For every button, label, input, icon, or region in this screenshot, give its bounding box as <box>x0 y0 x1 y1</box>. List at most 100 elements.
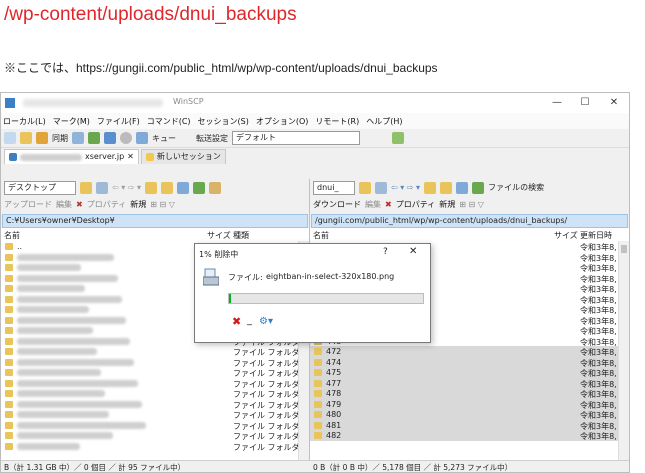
preferences-icon[interactable] <box>104 132 116 144</box>
new-button[interactable]: 新規 <box>130 199 146 210</box>
file-row[interactable]: ファイル フォルダー <box>1 430 309 441</box>
file-row[interactable]: ファイル フォルダー <box>1 378 309 389</box>
menu-local[interactable]: ローカル(L) <box>3 116 46 127</box>
local-status: B（計 1.31 GB 中）／ 0 個目 ／ 計 95 ファイル中） <box>4 463 186 472</box>
tab-new-session[interactable]: 新しいセッション <box>140 149 226 164</box>
file-row[interactable]: 482 令和3年8, <box>310 430 629 441</box>
menu-options[interactable]: オプション(O) <box>256 116 309 127</box>
filter-icon[interactable] <box>96 181 108 194</box>
sync-label[interactable]: 同期 <box>52 133 68 144</box>
folder-icon <box>5 390 13 397</box>
open-folder-icon[interactable] <box>359 181 371 194</box>
open-folder-icon[interactable] <box>80 181 92 194</box>
col-type[interactable]: 種類 <box>233 230 249 241</box>
file-row[interactable]: ファイル フォルダー <box>1 357 309 368</box>
sync-icon[interactable] <box>36 132 48 144</box>
file-row[interactable]: 481 令和3年8, <box>310 419 629 431</box>
extension-icon[interactable] <box>392 132 404 144</box>
file-row[interactable]: ファイル フォルダー <box>1 441 309 452</box>
find-files-icon[interactable] <box>209 181 222 194</box>
minimize-icon[interactable]: _ <box>247 315 252 326</box>
remote-scrollbar[interactable] <box>618 241 629 461</box>
local-location-bar: デスクトップ ⇦ ▾ ⇨ ▾ <box>1 179 309 196</box>
menu-file[interactable]: ファイル(F) <box>97 116 140 127</box>
compare-icon[interactable] <box>4 132 16 144</box>
menu-command[interactable]: コマンド(C) <box>147 116 191 127</box>
minimize-button[interactable]: — <box>549 96 565 110</box>
delete-operation-icon <box>203 268 219 286</box>
file-row[interactable]: ファイル フォルダー <box>1 346 309 357</box>
root-dir-icon[interactable] <box>440 181 453 194</box>
col-date[interactable]: 更新日時 <box>580 230 612 241</box>
folder-icon <box>5 432 13 439</box>
upload-button[interactable]: アップロード <box>4 199 52 210</box>
tab-session[interactable]: xserver.jp ✕ <box>4 149 139 164</box>
help-button[interactable]: ? <box>383 247 388 257</box>
back-forward-icon[interactable]: ⇦ ▾ ⇨ ▾ <box>112 183 141 192</box>
col-size[interactable]: サイズ <box>554 230 578 241</box>
file-row[interactable]: ファイル フォルダー <box>1 420 309 431</box>
local-path[interactable]: C:¥Users¥owner¥Desktop¥ <box>2 214 308 228</box>
back-forward-icon[interactable]: ⇦ ▾ ⇨ ▾ <box>391 183 420 192</box>
menu-remote[interactable]: リモート(R) <box>315 116 359 127</box>
file-row[interactable]: 475 令和3年8, <box>310 367 629 378</box>
close-window-button[interactable]: ✕ <box>606 96 622 110</box>
find-files-button[interactable]: ファイルの検索 <box>488 182 544 193</box>
folder-icon <box>5 379 13 387</box>
cancel-icon[interactable]: ✖ <box>232 315 241 328</box>
file-row[interactable]: 478 令和3年8, <box>310 388 629 399</box>
dialog-close-button[interactable]: ✕ <box>409 246 417 257</box>
progress-bar <box>228 293 424 304</box>
edit-button[interactable]: 編集 <box>365 199 381 210</box>
transfer-settings-select[interactable]: デフォルト <box>232 131 360 145</box>
file-row[interactable]: 472 令和3年8, <box>310 346 629 357</box>
file-name: 472 <box>326 347 342 356</box>
queue-icon[interactable] <box>136 132 148 144</box>
file-row[interactable]: ファイル フォルダー <box>1 409 309 420</box>
properties-button[interactable]: プロパティ <box>396 199 436 210</box>
new-button[interactable]: 新規 <box>439 199 455 210</box>
menu-help[interactable]: ヘルプ(H) <box>366 116 402 127</box>
delete-icon[interactable]: ✖ <box>385 200 392 209</box>
col-name[interactable]: 名前 <box>4 230 20 241</box>
delete-icon[interactable]: ✖ <box>76 200 83 209</box>
folder-sync-icon[interactable] <box>20 132 32 144</box>
file-row[interactable]: 474 令和3年8, <box>310 356 629 368</box>
file-row[interactable]: ファイル フォルダー <box>1 367 309 378</box>
edit-button[interactable]: 編集 <box>56 199 72 210</box>
root-dir-icon[interactable] <box>161 181 174 194</box>
menu-session[interactable]: セッション(S) <box>198 116 249 127</box>
local-location-select[interactable]: デスクトップ <box>4 180 76 195</box>
plus-minus-icon[interactable]: ⊞ ⊟ ▽ <box>150 200 175 209</box>
download-button[interactable]: ダウンロード <box>313 199 361 210</box>
home-icon[interactable] <box>456 181 469 194</box>
properties-button[interactable]: プロパティ <box>87 199 127 210</box>
file-row[interactable]: 477 令和3年8, <box>310 377 629 389</box>
refresh-icon[interactable] <box>472 181 485 194</box>
terminal-icon[interactable] <box>72 132 84 144</box>
remote-location-select[interactable]: dnui_ <box>313 180 355 195</box>
filter-icon[interactable] <box>375 181 387 194</box>
find-icon[interactable] <box>88 132 100 144</box>
col-size[interactable]: サイズ <box>207 230 231 241</box>
queue-label[interactable]: キュー <box>152 133 176 144</box>
settings-icon[interactable]: ⚙▾ <box>259 316 273 327</box>
file-row[interactable]: 480 令和3年8, <box>310 409 629 420</box>
maximize-button[interactable]: ☐ <box>577 96 593 110</box>
parent-dir-icon[interactable] <box>145 181 158 194</box>
home-icon[interactable] <box>177 181 190 194</box>
plus-minus-icon[interactable]: ⊞ ⊟ ▽ <box>459 200 484 209</box>
menu-mark[interactable]: マーク(M) <box>53 116 90 127</box>
refresh-icon[interactable] <box>193 181 206 194</box>
folder-icon <box>5 327 13 334</box>
parent-dir-icon[interactable] <box>424 181 437 194</box>
remote-path[interactable]: /gungii.com/public_html/wp/wp-content/up… <box>311 214 628 228</box>
settings-icon[interactable] <box>120 132 132 144</box>
tab-new-session-label: 新しいセッション <box>156 152 221 161</box>
col-name[interactable]: 名前 <box>313 230 329 241</box>
tab-close-icon[interactable]: ✕ <box>127 150 134 164</box>
file-row[interactable]: 479 令和3年8, <box>310 398 629 410</box>
file-row[interactable]: ファイル フォルダー <box>1 399 309 410</box>
file-row[interactable]: ファイル フォルダー <box>1 388 309 399</box>
remote-column-header: 名前 サイズ 更新日時 <box>310 228 629 242</box>
